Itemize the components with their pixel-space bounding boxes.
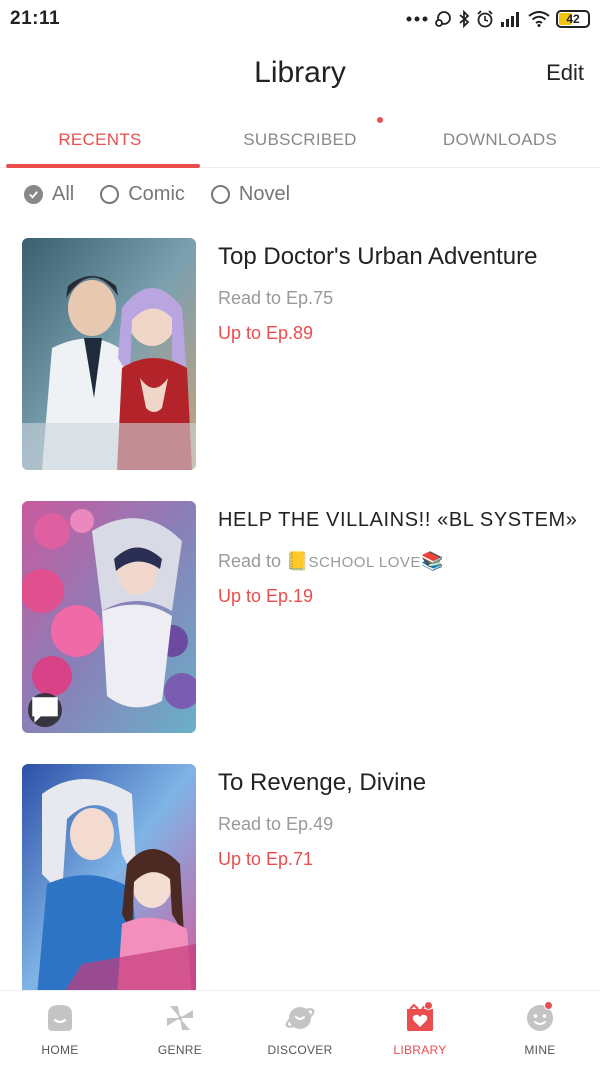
- nav-genre[interactable]: GENRE: [120, 991, 240, 1067]
- status-icons: 42: [406, 10, 590, 28]
- item-title: To Revenge, Divine: [218, 769, 427, 796]
- read-progress: Read to 📒SCHOOL LOVE📚: [218, 551, 584, 572]
- item-title: HELP THE VILLAINS!! «BL SYSTEM»: [218, 509, 578, 531]
- filter-novel[interactable]: Novel: [210, 183, 291, 206]
- status-bar: 21:11 42: [0, 0, 600, 38]
- battery-indicator: 42: [556, 10, 590, 28]
- filter-comic-label: Comic: [128, 183, 185, 205]
- nav-genre-label: GENRE: [157, 1043, 203, 1057]
- more-dots-icon: [406, 15, 428, 23]
- read-prefix: Read to: [218, 551, 287, 571]
- wifi-icon: [528, 11, 550, 27]
- list-item[interactable]: Top Doctor's Urban Adventure Read to Ep.…: [0, 238, 600, 470]
- mine-badge: [544, 1001, 553, 1010]
- discover-icon: [285, 1007, 315, 1029]
- read-progress: Read to Ep.49: [218, 814, 334, 834]
- bluetooth-icon: [458, 10, 470, 28]
- item-info: HELP THE VILLAINS!! «BL SYSTEM» Read to …: [218, 505, 584, 607]
- nav-mine[interactable]: MINE: [480, 991, 600, 1067]
- library-list: Top Doctor's Urban Adventure Read to Ep.…: [0, 238, 600, 990]
- library-tabs: RECENTS SUBSCRIBED DOWNLOADS: [0, 112, 600, 168]
- comic-cover-image[interactable]: [22, 238, 196, 470]
- subscribed-badge: [377, 117, 383, 123]
- filter-options: All Comic Novel: [24, 183, 290, 206]
- alarm-icon: [476, 10, 494, 28]
- checked-radio-icon: [24, 185, 43, 204]
- filter-comic[interactable]: Comic: [100, 183, 185, 206]
- library-badge: [424, 1001, 433, 1010]
- nav-library-label: LIBRARY: [393, 1043, 447, 1057]
- radio-icon: [210, 185, 230, 204]
- header: Library Edit: [0, 40, 600, 110]
- nav-home-label: HOME: [41, 1043, 79, 1057]
- bottom-navigation: HOME GENRE DISCOVER LIBRARY MINE: [0, 990, 600, 1067]
- list-item[interactable]: To Revenge, Divine Read to Ep.49 Up to E…: [0, 764, 600, 990]
- comic-cover-image[interactable]: [22, 764, 196, 990]
- edit-button[interactable]: Edit: [546, 60, 584, 86]
- filter-all[interactable]: All: [24, 183, 74, 206]
- tab-subscribed[interactable]: SUBSCRIBED: [200, 112, 400, 167]
- list-item[interactable]: HELP THE VILLAINS!! «BL SYSTEM» Read to …: [0, 501, 600, 733]
- signal-icon: [500, 11, 522, 27]
- nav-library[interactable]: LIBRARY: [360, 991, 480, 1067]
- status-time: 21:11: [10, 8, 61, 29]
- battery-level: 42: [566, 12, 580, 26]
- filter-all-label: All: [52, 183, 75, 205]
- notebook-icon: 📒: [286, 551, 309, 571]
- books-icon: 📚: [420, 551, 444, 571]
- sync-icon: [434, 10, 452, 28]
- tab-downloads[interactable]: DOWNLOADS: [400, 112, 600, 167]
- latest-episode: Up to Ep.89: [218, 323, 314, 343]
- radio-icon: [100, 185, 120, 204]
- item-info: To Revenge, Divine Read to Ep.49 Up to E…: [218, 768, 584, 870]
- latest-episode: Up to Ep.71: [218, 849, 314, 869]
- item-info: Top Doctor's Urban Adventure Read to Ep.…: [218, 242, 584, 344]
- item-title: Top Doctor's Urban Adventure: [218, 243, 538, 270]
- comic-cover-image[interactable]: [22, 501, 196, 733]
- tab-recents[interactable]: RECENTS: [0, 112, 200, 168]
- latest-episode: Up to Ep.19: [218, 586, 314, 606]
- filter-novel-label: Novel: [238, 183, 291, 205]
- page-title: Library: [254, 56, 346, 89]
- comment-icon: [28, 693, 62, 727]
- genre-icon: [167, 1006, 193, 1030]
- nav-mine-label: MINE: [524, 1043, 556, 1057]
- nav-discover-label: DISCOVER: [267, 1043, 333, 1057]
- read-progress: Read to Ep.75: [218, 288, 334, 308]
- home-icon: [48, 1005, 72, 1031]
- nav-discover[interactable]: DISCOVER: [240, 991, 360, 1067]
- read-chapter: SCHOOL LOVE: [308, 554, 421, 571]
- nav-home[interactable]: HOME: [0, 991, 120, 1067]
